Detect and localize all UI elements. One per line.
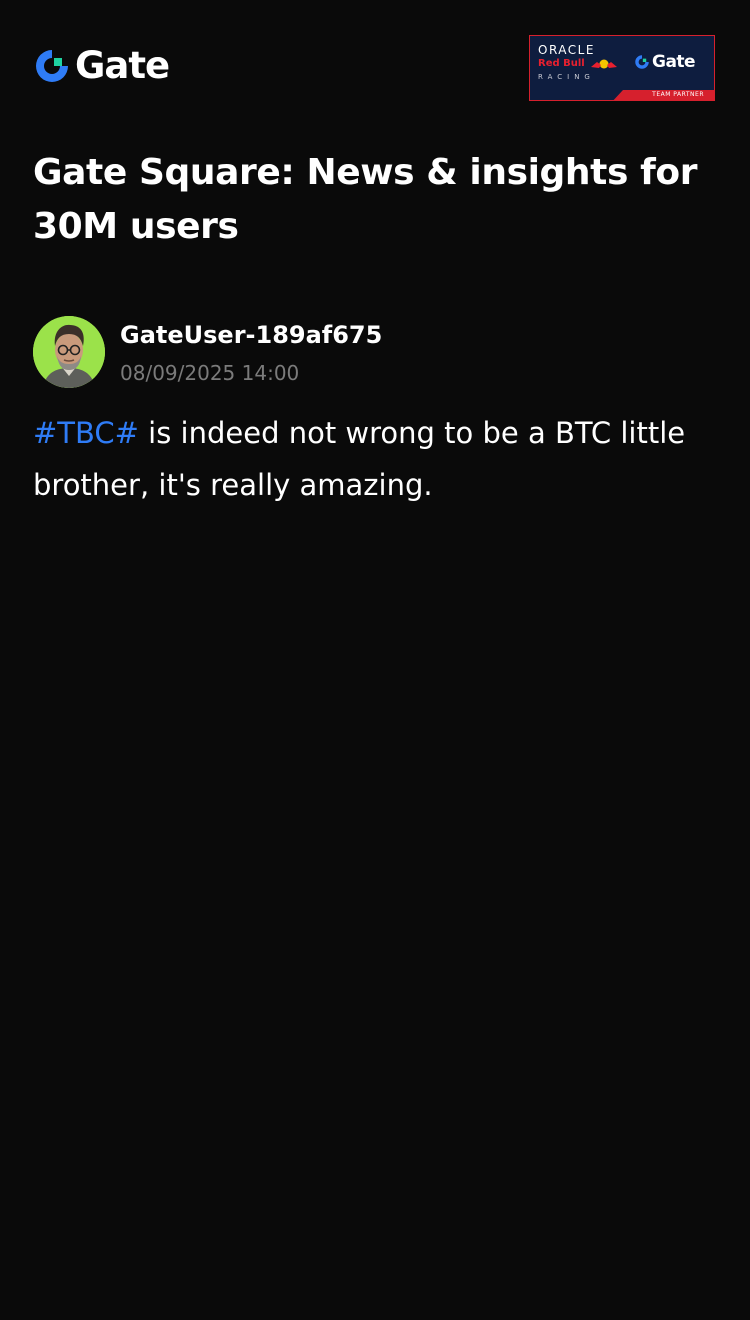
avatar[interactable]: [33, 316, 105, 388]
redbull-label-row: Red Bull: [538, 57, 628, 71]
gate-logo[interactable]: Gate: [33, 44, 170, 87]
badge-gate-text: Gate: [652, 52, 696, 72]
user-avatar-portrait: [33, 316, 105, 388]
page-title: Gate Square: News & insights for 30M use…: [33, 152, 698, 247]
hashtag-link[interactable]: #TBC#: [33, 416, 139, 450]
site-header: Gate ORACLE Red Bull RACING Gate TEAM PA…: [0, 0, 750, 120]
team-partner-label: TEAM PARTNER: [652, 91, 704, 98]
author-name[interactable]: GateUser-189af675: [120, 318, 382, 352]
gate-logo-icon: [36, 50, 68, 82]
logo-text: Gate: [75, 44, 170, 87]
bull-icon: [590, 59, 617, 69]
post-timestamp: 08/09/2025 14:00: [120, 361, 300, 385]
racing-label: RACING: [538, 73, 595, 81]
post-body: #TBC# is indeed not wrong to be a BTC li…: [33, 407, 723, 511]
oracle-label: ORACLE: [538, 43, 595, 57]
partner-badge[interactable]: ORACLE Red Bull RACING Gate TEAM PARTNER: [529, 35, 715, 101]
badge-gate-logo: Gate: [634, 52, 696, 72]
redbull-label: Red Bull: [538, 58, 585, 69]
oracle-redbull-racing-logo: ORACLE Red Bull RACING: [538, 43, 628, 83]
gate-logo-icon: [635, 55, 649, 69]
